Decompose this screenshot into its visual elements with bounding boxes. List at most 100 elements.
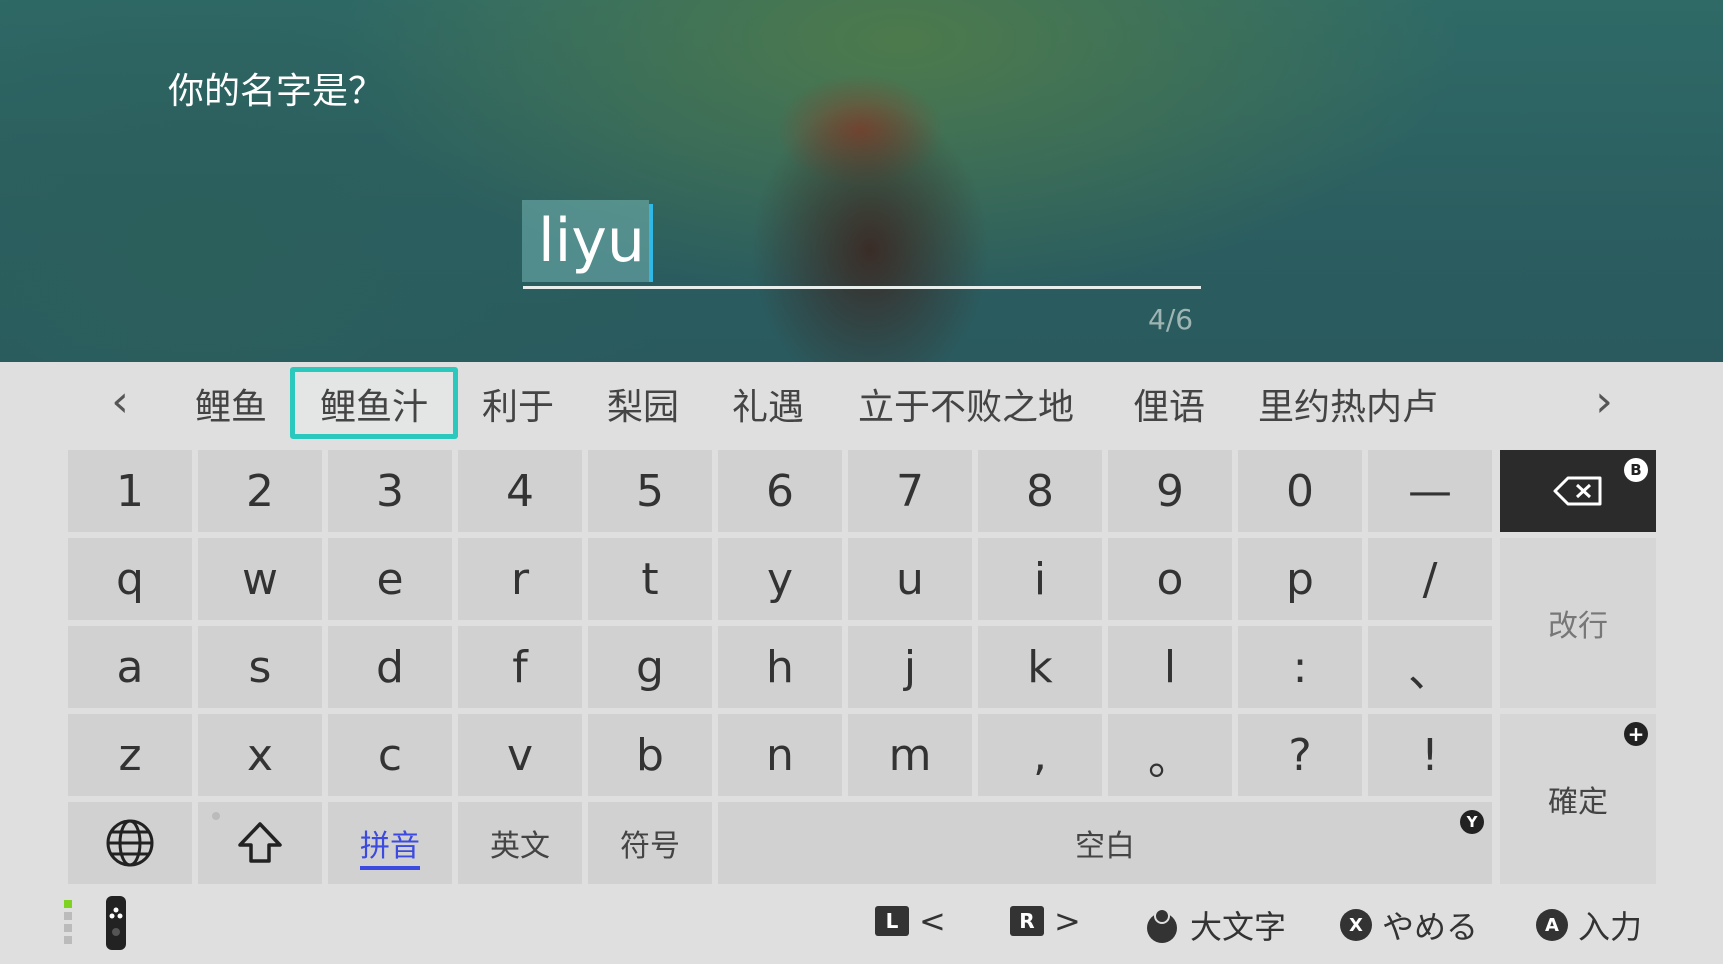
controller-indicator <box>64 900 72 948</box>
shift-key[interactable] <box>198 802 322 884</box>
input-underline <box>523 286 1201 289</box>
symbol-mode-key[interactable]: 符号 <box>588 802 712 884</box>
candidate-item[interactable]: 立于不败之地 <box>858 378 1074 430</box>
chevron-left-icon[interactable]: ‹ <box>100 376 140 427</box>
key-h[interactable]: h <box>718 626 842 708</box>
key-7[interactable]: 7 <box>848 450 972 532</box>
key-j[interactable]: j <box>848 626 972 708</box>
l-button-icon: L <box>875 906 909 936</box>
confirm-label: 確定 <box>1548 785 1608 820</box>
player-led-2 <box>64 912 72 920</box>
key-1[interactable]: 1 <box>68 450 192 532</box>
key-p[interactable]: p <box>1238 538 1362 620</box>
key-6[interactable]: 6 <box>718 450 842 532</box>
candidate-item[interactable]: 礼遇 <box>732 378 804 430</box>
key-w[interactable]: w <box>198 538 322 620</box>
key-i[interactable]: i <box>978 538 1102 620</box>
key-n[interactable]: n <box>718 714 842 796</box>
candidate-bar: ‹ 鲤鱼 鲤鱼汁 利于 梨园 礼遇 立于不败之地 俚语 里约热内卢 › <box>0 362 1723 452</box>
button-hints-bar: L < R > 大文字 X やめる A 入力 <box>0 880 1723 964</box>
key-m[interactable]: m <box>848 714 972 796</box>
newline-key[interactable]: 改行 <box>1500 538 1656 708</box>
shift-arrow-icon <box>238 822 282 863</box>
key-b[interactable]: b <box>588 714 712 796</box>
candidate-item-selected[interactable]: 鲤鱼汁 <box>320 378 428 430</box>
key-f[interactable]: f <box>458 626 582 708</box>
backspace-icon <box>1553 476 1602 506</box>
hint-cancel: X やめる <box>1340 902 1478 948</box>
key-question[interactable]: ? <box>1238 714 1362 796</box>
key-colon[interactable]: : <box>1238 626 1362 708</box>
key-e[interactable]: e <box>328 538 452 620</box>
backspace-key[interactable]: B <box>1500 450 1656 532</box>
pinyin-mode-key[interactable]: 拼音 <box>328 802 452 884</box>
player-led-3 <box>64 924 72 932</box>
software-keyboard: ‹ 鲤鱼 鲤鱼汁 利于 梨园 礼遇 立于不败之地 俚语 里约热内卢 › 1 2 … <box>0 362 1723 964</box>
key-exclamation[interactable]: ! <box>1368 714 1492 796</box>
key-t[interactable]: t <box>588 538 712 620</box>
name-input-value: liyu <box>522 200 649 282</box>
key-5[interactable]: 5 <box>588 450 712 532</box>
english-mode-key[interactable]: 英文 <box>458 802 582 884</box>
space-label: 空白 <box>1075 829 1135 864</box>
key-comma[interactable]: , <box>978 714 1102 796</box>
active-mode-underline <box>360 866 420 870</box>
candidate-item[interactable]: 俚语 <box>1133 378 1205 430</box>
name-input-field[interactable]: liyu <box>522 200 653 286</box>
key-2[interactable]: 2 <box>198 450 322 532</box>
key-k[interactable]: k <box>978 626 1102 708</box>
hint-input: A 入力 <box>1536 902 1642 948</box>
globe-icon <box>106 819 154 867</box>
key-a[interactable]: a <box>68 626 192 708</box>
key-x[interactable]: x <box>198 714 322 796</box>
key-slash[interactable]: / <box>1368 538 1492 620</box>
candidate-item[interactable]: 梨园 <box>607 378 679 430</box>
b-button-badge: B <box>1624 458 1648 482</box>
candidate-item[interactable]: 鲤鱼 <box>195 378 267 430</box>
character-counter: 4/6 <box>1148 303 1194 336</box>
player-led-4 <box>64 936 72 944</box>
hint-next-page: R > <box>1010 902 1081 940</box>
hint-capitals: 大文字 <box>1144 902 1286 948</box>
key-8[interactable]: 8 <box>978 450 1102 532</box>
joycon-icon <box>106 896 126 950</box>
space-key[interactable]: 空白 Y <box>718 802 1492 884</box>
key-u[interactable]: u <box>848 538 972 620</box>
key-c[interactable]: c <box>328 714 452 796</box>
text-caret <box>648 204 653 282</box>
key-0[interactable]: 0 <box>1238 450 1362 532</box>
key-dash[interactable]: — <box>1368 450 1492 532</box>
candidate-item[interactable]: 里约热内卢 <box>1258 378 1438 430</box>
candidate-item[interactable]: 利于 <box>482 378 554 430</box>
pinyin-mode-label: 拼音 <box>360 829 420 864</box>
language-key[interactable] <box>68 802 192 884</box>
key-y[interactable]: y <box>718 538 842 620</box>
background-photo: 你的名字是？ liyu 4/6 <box>0 0 1723 362</box>
key-ideographic-period[interactable]: 。 <box>1108 714 1232 796</box>
key-d[interactable]: d <box>328 626 452 708</box>
hint-prev-page: L < <box>875 902 946 940</box>
key-s[interactable]: s <box>198 626 322 708</box>
key-ideographic-comma[interactable]: 、 <box>1368 626 1492 708</box>
r-button-icon: R <box>1010 906 1044 936</box>
x-button-icon: X <box>1340 909 1372 941</box>
hint-right-arrow: > <box>1054 902 1081 940</box>
key-3[interactable]: 3 <box>328 450 452 532</box>
key-l[interactable]: l <box>1108 626 1232 708</box>
stick-icon <box>1147 908 1177 943</box>
key-q[interactable]: q <box>68 538 192 620</box>
hint-cancel-label: やめる <box>1382 908 1479 946</box>
key-r[interactable]: r <box>458 538 582 620</box>
key-4[interactable]: 4 <box>458 450 582 532</box>
key-z[interactable]: z <box>68 714 192 796</box>
key-g[interactable]: g <box>588 626 712 708</box>
key-o[interactable]: o <box>1108 538 1232 620</box>
confirm-key[interactable]: 確定 + <box>1500 714 1656 884</box>
name-prompt: 你的名字是？ <box>168 71 385 112</box>
plus-button-badge: + <box>1624 722 1648 746</box>
player-led-1 <box>64 900 72 908</box>
chevron-right-icon[interactable]: › <box>1584 376 1624 427</box>
key-9[interactable]: 9 <box>1108 450 1232 532</box>
hint-left-arrow: < <box>919 902 946 940</box>
key-v[interactable]: v <box>458 714 582 796</box>
